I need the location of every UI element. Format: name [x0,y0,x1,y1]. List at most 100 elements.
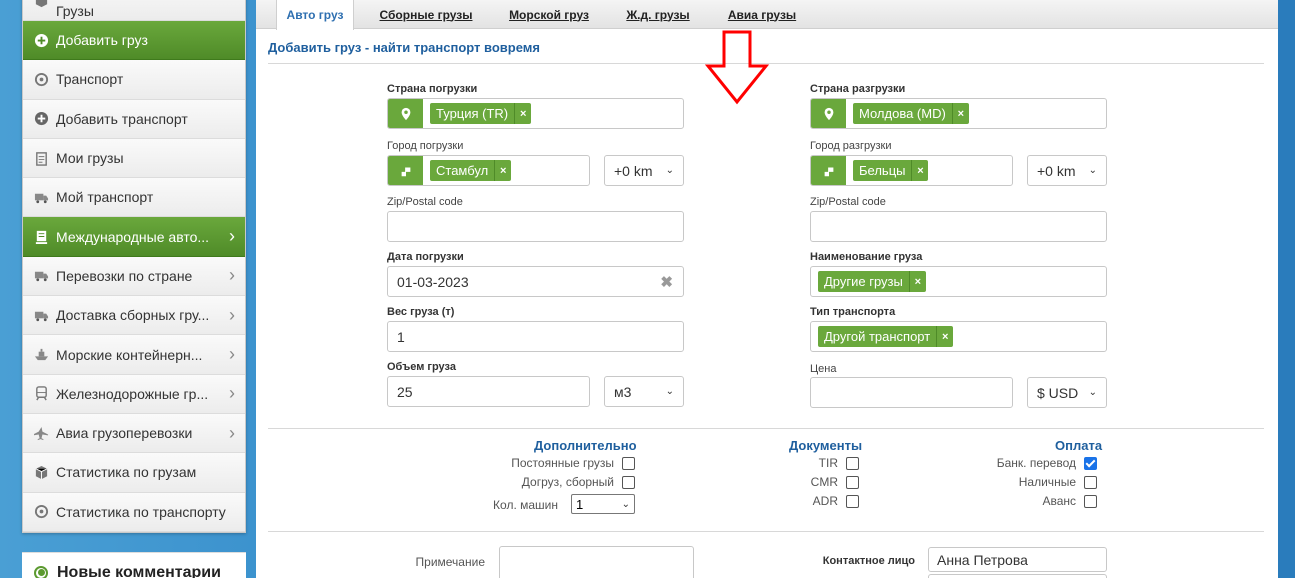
remove-tag-icon[interactable]: × [911,160,928,181]
remove-tag-icon[interactable]: × [494,160,511,181]
loading-city-input[interactable]: Стамбул × [387,155,590,186]
sidebar-item-domestic[interactable]: Перевозки по стране › [23,256,245,297]
unloading-country-input[interactable]: Молдова (MD) × [810,98,1107,129]
divider [268,428,1264,429]
loading-date-input[interactable]: 01-03-2023 ✖ [387,266,684,297]
loading-date-label: Дата погрузки [387,251,464,263]
sidebar-item-cargo[interactable]: Грузы [23,0,245,21]
sidebar-item-cargo-stats[interactable]: Статистика по грузам [23,453,245,493]
remove-tag-icon[interactable]: × [936,326,953,347]
cargo-name-input[interactable]: Другие грузы × [810,266,1107,297]
payment-heading: Оплата [1055,438,1103,453]
price-label: Цена [810,363,837,375]
cash-checkbox[interactable] [1084,475,1097,489]
trucks-count-row: Кол. машин [493,498,558,512]
loading-city-label: Город погрузки [387,140,464,152]
contact-input-2[interactable] [928,574,1107,578]
clear-date-icon[interactable]: ✖ [660,273,673,291]
sidebar-item-my-cargo[interactable]: Мои грузы [23,138,245,179]
chevron-down-icon: ⌄ [665,386,674,397]
remove-tag-icon[interactable]: × [908,271,926,292]
pay-bank-row: Банк. перевод [956,456,1097,470]
adr-checkbox[interactable] [846,494,859,508]
tir-checkbox[interactable] [846,456,859,470]
unloading-radius-select[interactable]: +0 km ⌄ [1027,155,1107,186]
trucks-count-select[interactable]: 1 ⌄ [571,494,635,514]
unloading-country-tag: Молдова (MD) × [853,103,969,124]
page-title: Добавить груз - найти транспорт вовремя [268,40,540,55]
plane-icon [33,425,49,441]
tab-rail-cargo[interactable]: Ж.д. грузы [620,0,696,29]
zip-label-loading: Zip/Postal code [387,196,463,208]
bank-transfer-checkbox[interactable] [1084,456,1097,470]
chevron-down-icon: ⌄ [1088,165,1097,176]
sidebar-item-transport[interactable]: Транспорт [23,60,245,100]
map-marker-icon [388,99,423,128]
main-panel: Авто груз Сборные грузы Морской груз Ж.д… [256,0,1278,578]
page-scrollbar[interactable] [1278,0,1295,578]
cargo-name-label: Наименование груза [810,251,923,263]
doc-cmr-row: CMR [756,475,859,489]
sidebar-menu: Грузы Добавить груз Транспорт Добавить т… [22,0,246,533]
comments-heading: Новые комментарии [22,552,246,578]
zip-input-unloading[interactable] [810,211,1107,242]
tab-air-cargo[interactable]: Авиа грузы [722,0,802,29]
transport-type-tag: Другой транспорт × [818,326,954,347]
box-icon [33,464,49,480]
remove-tag-icon[interactable]: × [951,103,969,124]
sidebar-item-air[interactable]: Авиа грузоперевозки › [23,413,245,454]
ship-icon [33,347,49,363]
tab-auto-cargo[interactable]: Авто груз [276,0,354,30]
sidebar-item-sea[interactable]: Морские контейнерн... › [23,335,245,375]
sidebar-item-add-transport[interactable]: Добавить транспорт [23,99,245,139]
sidebar-item-rail[interactable]: Железнодорожные гр... › [23,374,245,414]
divider [268,531,1264,532]
sidebar-item-transport-stats[interactable]: Статистика по транспорту [23,492,245,532]
tab-groupage[interactable]: Сборные грузы [374,0,478,29]
box-icon [33,0,49,9]
list-icon [33,229,49,245]
volume-unit-select[interactable]: м3 ⌄ [604,376,684,407]
doc-tir-row: TIR [756,456,859,470]
sidebar-item-groupage[interactable]: Доставка сборных гру... › [23,296,245,336]
volume-label: Объем груза [387,361,456,373]
contact-input[interactable]: Анна Петрова [928,547,1107,572]
steering-wheel-icon [33,71,49,87]
weight-input[interactable]: 1 [387,321,684,352]
sidebar-item-international[interactable]: Международные авто... › [23,217,245,257]
currency-select[interactable]: $ USD ⌄ [1027,377,1107,408]
plus-circle-icon [33,111,49,127]
chevron-down-icon: ⌄ [621,498,630,510]
unloading-city-tag: Бельцы × [853,160,929,181]
chevron-right-icon: › [229,422,235,443]
groupage-checkbox[interactable] [622,475,635,489]
map-marker-icon [811,99,846,128]
loading-city-tag: Стамбул × [430,160,512,181]
advance-checkbox[interactable] [1084,494,1097,508]
road-sign-icon [388,156,423,185]
zip-label-unloading: Zip/Postal code [810,196,886,208]
cmr-checkbox[interactable] [846,475,859,489]
transport-type-label: Тип транспорта [810,306,896,318]
zip-input-loading[interactable] [387,211,684,242]
loading-country-input[interactable]: Турция (TR) × [387,98,684,129]
loading-radius-select[interactable]: +0 km ⌄ [604,155,684,186]
documents-heading: Документы [789,438,863,453]
sidebar-item-add-cargo[interactable]: Добавить груз [23,21,245,61]
weight-label: Вес груза (т) [387,306,455,318]
unloading-city-input[interactable]: Бельцы × [810,155,1013,186]
contact-label: Контактное лицо [822,555,915,567]
sidebar-item-my-transport[interactable]: Мой транспорт [23,178,245,218]
remove-tag-icon[interactable]: × [514,103,531,124]
pay-cash-row: Наличные [956,475,1097,489]
cargo-name-tag: Другие грузы × [818,271,926,292]
note-textarea[interactable] [499,546,694,578]
clipboard-icon [33,150,49,166]
extra-heading: Дополнительно [534,438,637,453]
unloading-city-label: Город разгрузки [810,140,892,152]
regular-cargo-checkbox[interactable] [622,456,635,470]
tab-sea-cargo[interactable]: Морской груз [502,0,596,29]
volume-input[interactable]: 25 [387,376,590,407]
transport-type-input[interactable]: Другой транспорт × [810,321,1107,352]
price-input[interactable] [810,377,1013,408]
